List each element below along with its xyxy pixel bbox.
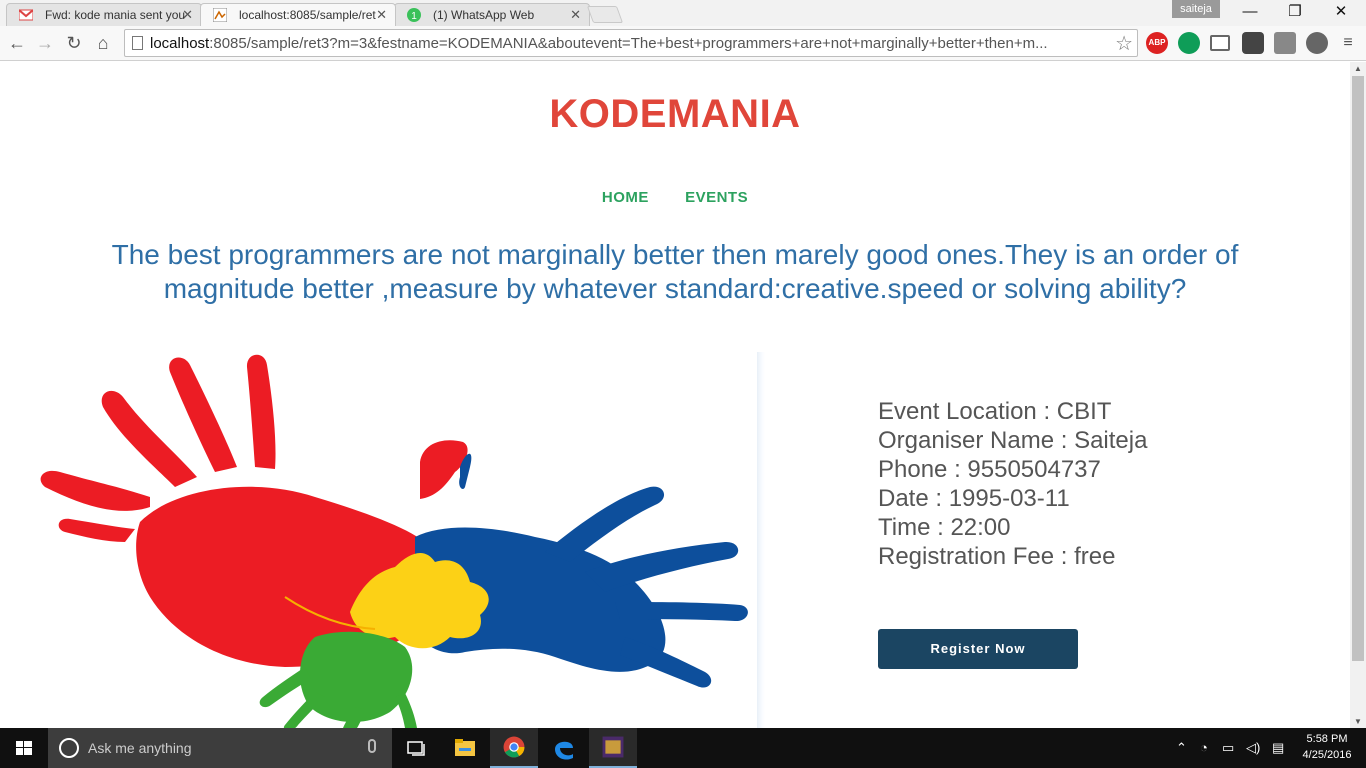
url-text[interactable]: localhost:8085/sample/ret3?m=3&festname=… — [150, 35, 1110, 52]
nav-home-link[interactable]: HOME — [602, 189, 649, 206]
tab-gmail[interactable]: Fwd: kode mania sent you ✕ — [6, 3, 202, 26]
close-tab-icon[interactable]: ✕ — [182, 7, 193, 23]
windows-start-icon[interactable] — [0, 728, 48, 768]
nav-events-link[interactable]: EVENTS — [685, 189, 748, 206]
tab-title: Fwd: kode mania sent you — [45, 8, 186, 22]
home-icon[interactable]: ⌂ — [91, 31, 115, 55]
windows-taskbar: Ask me anything ⌃ ◔ ▭ ◁) ▤ 5:58 PM 4/25/… — [0, 728, 1366, 768]
content-divider — [757, 352, 765, 728]
tab-title: (1) WhatsApp Web — [433, 8, 535, 22]
extension-icon[interactable] — [1242, 32, 1264, 54]
phone-number: Phone : 9550504737 — [878, 456, 1101, 483]
clock-time: 5:58 PM — [1306, 733, 1348, 745]
action-center-icon[interactable]: ▤ — [1272, 740, 1284, 756]
tab-title: localhost:8085/sample/ret — [239, 8, 376, 22]
registration-fee: Registration Fee : free — [878, 543, 1116, 570]
colorful-hands-image — [40, 354, 748, 728]
browser-toolbar: ← → ↻ ⌂ localhost:8085/sample/ret3?m=3&f… — [0, 26, 1366, 61]
tab-strip: Fwd: kode mania sent you ✕ localhost:808… — [0, 0, 1366, 26]
system-clock[interactable]: 5:58 PM 4/25/2016 — [1296, 731, 1358, 763]
scrollbar-thumb[interactable] — [1352, 76, 1364, 661]
battery-icon[interactable]: ▭ — [1222, 740, 1234, 756]
svg-text:1: 1 — [411, 11, 417, 22]
bookmark-star-icon[interactable]: ☆ — [1115, 31, 1133, 56]
scroll-down-arrow-icon[interactable]: ▼ — [1354, 717, 1362, 726]
volume-icon[interactable]: ◁) — [1246, 740, 1260, 756]
main-nav: HOME EVENTS — [0, 189, 1350, 206]
page-favicon-icon — [213, 8, 227, 22]
minimize-button[interactable]: — — [1227, 2, 1273, 22]
scroll-up-arrow-icon[interactable]: ▲ — [1354, 64, 1362, 73]
edge-icon[interactable] — [540, 728, 588, 768]
register-now-button[interactable]: Register Now — [878, 629, 1078, 669]
tab-localhost[interactable]: localhost:8085/sample/ret ✕ — [200, 3, 396, 26]
event-details: Event Location : CBIT Organiser Name : S… — [878, 397, 1147, 571]
task-view-icon[interactable] — [392, 728, 440, 768]
page-scrollbar[interactable]: ▲ ▼ — [1350, 62, 1366, 728]
java-app-icon[interactable] — [589, 728, 637, 768]
extension-icon-2[interactable] — [1306, 32, 1328, 54]
profile-button[interactable]: saiteja — [1172, 0, 1220, 18]
close-tab-icon[interactable]: ✕ — [376, 7, 387, 23]
event-date: Date : 1995-03-11 — [878, 485, 1070, 512]
address-bar[interactable]: localhost:8085/sample/ret3?m=3&festname=… — [124, 29, 1138, 57]
search-placeholder: Ask me anything — [88, 740, 192, 756]
show-hidden-icons[interactable]: ⌃ — [1176, 740, 1187, 756]
close-window-button[interactable]: ✕ — [1318, 2, 1364, 22]
close-tab-icon[interactable]: ✕ — [570, 7, 581, 23]
organiser-name: Organiser Name : Saiteja — [878, 427, 1148, 454]
wifi-icon[interactable]: ◔ — [1200, 740, 1208, 755]
tab-whatsapp[interactable]: 1 (1) WhatsApp Web ✕ — [394, 3, 590, 26]
page-icon — [132, 36, 143, 50]
cortana-icon — [59, 738, 79, 758]
file-explorer-icon[interactable] — [441, 728, 489, 768]
cortana-search-box[interactable]: Ask me anything — [48, 728, 392, 768]
site-title: KODEMANIA — [549, 92, 801, 136]
event-location: Event Location : CBIT — [878, 398, 1112, 425]
menu-icon[interactable]: ≡ — [1336, 31, 1360, 55]
restore-button[interactable]: ❐ — [1272, 2, 1318, 22]
event-description: The best programmers are not marginally … — [111, 239, 1239, 304]
event-time: Time : 22:00 — [878, 514, 1011, 541]
clock-date: 4/25/2016 — [1302, 749, 1352, 761]
adblock-icon[interactable]: ABP — [1146, 32, 1168, 54]
microphone-icon[interactable] — [368, 739, 376, 753]
whatsapp-icon: 1 — [407, 8, 421, 22]
chrome-icon[interactable] — [490, 728, 538, 768]
gmail-icon — [19, 9, 33, 21]
cast-icon[interactable] — [1210, 35, 1230, 51]
drive-icon[interactable] — [1274, 32, 1296, 54]
hangouts-icon[interactable] — [1178, 32, 1200, 54]
reload-icon[interactable]: ↻ — [62, 31, 86, 55]
web-page: KODEMANIA HOME EVENTS The best programme… — [0, 62, 1350, 728]
new-tab-button[interactable] — [586, 6, 624, 23]
forward-arrow-icon[interactable]: → — [33, 31, 57, 55]
back-arrow-icon[interactable]: ← — [5, 31, 29, 55]
